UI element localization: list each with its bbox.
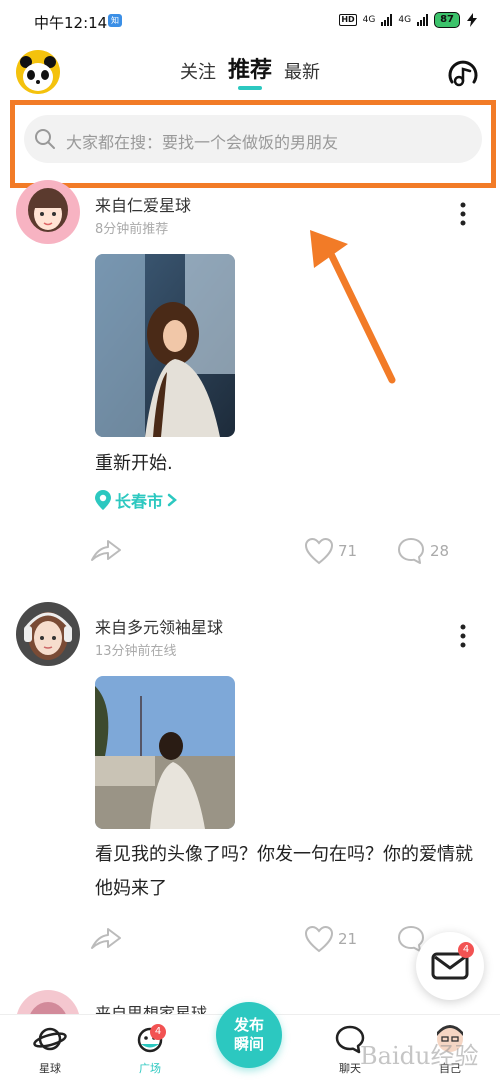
status-icons: HD 4G 4G 87 — [339, 12, 478, 28]
publish-label-1: 发布 — [233, 1016, 264, 1034]
mail-icon — [431, 952, 469, 980]
comment-count: 28 — [430, 542, 450, 560]
post-text: 重新开始. — [95, 453, 173, 474]
like-count: 71 — [338, 542, 358, 560]
share-icon[interactable] — [90, 536, 122, 564]
like-count: 21 — [338, 930, 358, 948]
annotation-highlight-box — [10, 100, 496, 188]
location-tag[interactable]: 长春市 — [95, 488, 177, 512]
post-source: 来自仁爱星球 — [95, 196, 192, 215]
post-photo[interactable] — [95, 676, 235, 829]
signal-icon — [381, 14, 393, 26]
more-options-icon[interactable] — [460, 624, 466, 648]
comment-icon[interactable] — [396, 536, 426, 566]
chevron-right-icon — [167, 493, 177, 507]
post-time: 8分钟前推荐 — [95, 222, 169, 237]
location-label: 长春市 — [115, 492, 164, 511]
like-icon[interactable] — [304, 925, 334, 953]
signal-icon-2 — [417, 14, 429, 26]
battery-indicator: 87 — [434, 12, 460, 28]
network-label-2: 4G — [398, 15, 412, 25]
square-badge: 4 — [150, 1024, 166, 1040]
hd-icon: HD — [339, 14, 357, 26]
planet-icon — [33, 1027, 67, 1051]
tab-follow[interactable]: 关注 — [180, 58, 216, 84]
watermark: Baidu经验 — [360, 1042, 479, 1070]
tab-latest[interactable]: 最新 — [284, 58, 320, 84]
music-icon[interactable] — [446, 56, 480, 90]
charging-icon — [467, 13, 477, 27]
active-tab-indicator — [238, 86, 262, 90]
share-icon[interactable] — [90, 924, 122, 952]
nav-label-planet: 星球 — [39, 1062, 61, 1075]
network-label-1: 4G — [362, 15, 376, 25]
more-options-icon[interactable] — [460, 202, 466, 226]
message-button[interactable] — [416, 932, 484, 1000]
publish-label-2: 瞬间 — [233, 1035, 264, 1053]
nav-item-planet[interactable]: 星球 — [20, 1024, 80, 1076]
app-notification-icon: 知 — [108, 14, 122, 27]
message-badge: 4 — [458, 942, 474, 958]
annotation-arrow-icon — [310, 230, 396, 384]
feed-tabs: 关注 推荐 最新 — [0, 52, 500, 84]
status-time: 中午12:14 — [34, 14, 108, 32]
tab-recommend[interactable]: 推荐 — [228, 52, 272, 84]
post-time: 13分钟前在线 — [95, 644, 177, 659]
post-avatar[interactable] — [16, 602, 80, 666]
location-pin-icon — [95, 490, 111, 510]
post-avatar[interactable] — [16, 180, 80, 244]
post-text-line-1: 看见我的头像了吗？你发一句在吗？你的爱情就 — [95, 844, 473, 865]
post-photo[interactable] — [95, 254, 235, 437]
nav-label-square: 广场 — [139, 1062, 161, 1075]
publish-button[interactable]: 发布 瞬间 — [216, 1002, 282, 1068]
like-icon[interactable] — [304, 537, 334, 565]
post-source: 来自多元领袖星球 — [95, 618, 224, 637]
post-text-line-2: 他妈来了 — [95, 878, 167, 899]
